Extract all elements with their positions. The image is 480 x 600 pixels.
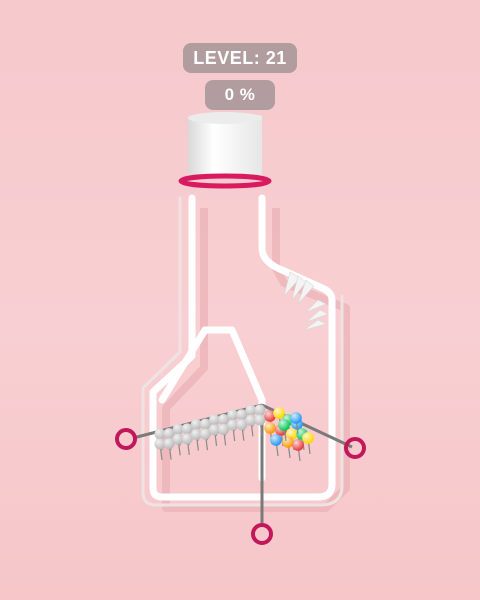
colored-ball bbox=[302, 432, 314, 455]
colored-ball bbox=[282, 436, 294, 459]
gray-ball bbox=[181, 433, 193, 455]
gray-ball bbox=[236, 419, 248, 441]
target-cup bbox=[178, 112, 272, 189]
glass-container bbox=[141, 194, 344, 507]
colored-ball bbox=[270, 434, 282, 457]
gray-ball bbox=[199, 428, 211, 451]
pin-bottom[interactable] bbox=[251, 523, 273, 545]
gray-ball bbox=[218, 423, 230, 446]
colored-balls bbox=[264, 407, 314, 462]
cup-rim bbox=[178, 173, 272, 189]
colored-ball bbox=[292, 439, 304, 462]
pin-left[interactable] bbox=[115, 428, 137, 450]
gray-balls bbox=[154, 404, 266, 461]
game-scene bbox=[115, 112, 366, 545]
